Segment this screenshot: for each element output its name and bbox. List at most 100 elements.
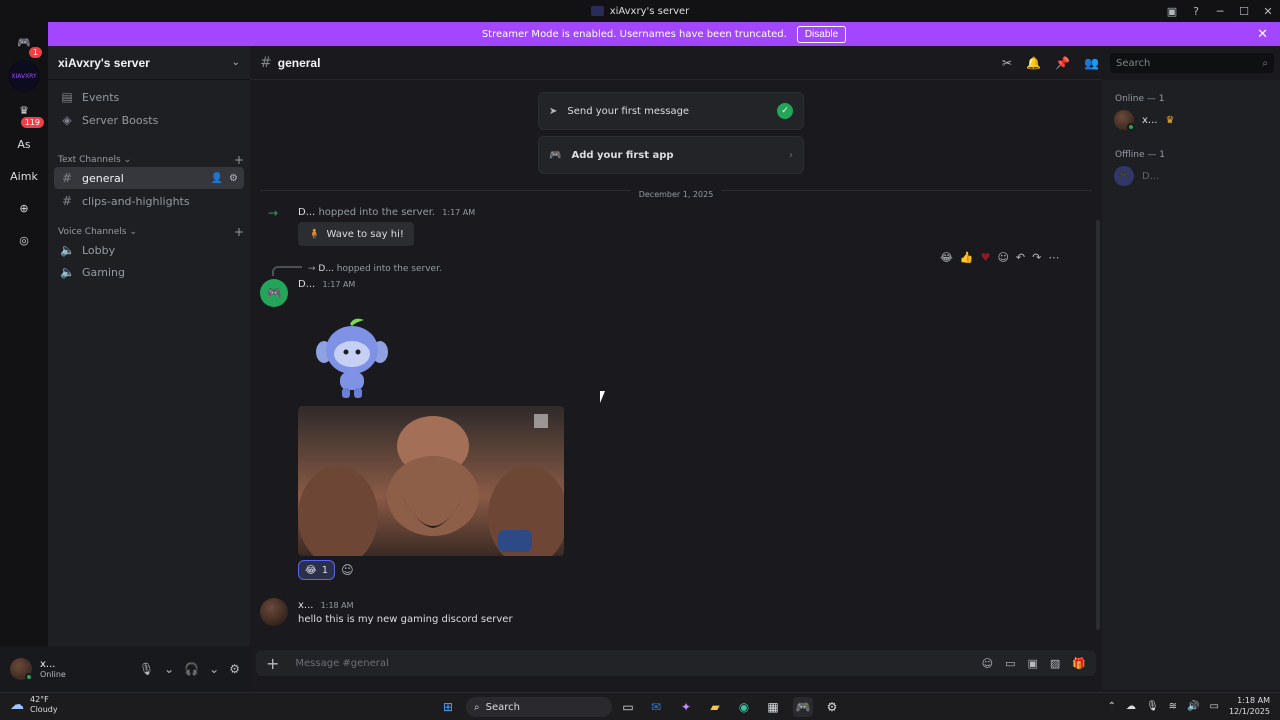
clock[interactable]: 1:18 AM 12/1/2025 — [1229, 695, 1270, 717]
voice-channel-lobby[interactable]: 🔈 Lobby — [54, 239, 244, 261]
attach-plus-icon[interactable]: + — [266, 654, 279, 673]
video-embed[interactable] — [298, 406, 564, 556]
message-composer[interactable]: + Message #general ☺ ▭ ▣ ▨ 🎁 — [256, 650, 1096, 676]
settings-gear-icon[interactable]: ⚙ — [229, 662, 240, 676]
thumbs-up-icon[interactable]: 👍 — [960, 251, 974, 264]
category-label: Text Channels — [58, 155, 121, 165]
reaction-laugh[interactable]: 😂 1 — [298, 560, 336, 580]
onboarding-card-add-app[interactable]: 🎮 Add your first app › — [538, 136, 804, 174]
maximize-button[interactable]: ☐ — [1232, 0, 1256, 22]
add-channel-icon[interactable]: + — [234, 153, 244, 167]
banner-text: Streamer Mode is enabled. Usernames have… — [481, 28, 787, 40]
onedrive-icon[interactable]: ☁ — [1126, 701, 1136, 712]
volume-icon[interactable]: 🔊 — [1187, 701, 1199, 712]
minimize-button[interactable]: ─ — [1208, 0, 1232, 22]
member-list: Online — 1 x... ♛ Offline — 1 🎮 D... — [1102, 80, 1280, 690]
steam-icon[interactable]: ⚙ — [822, 697, 842, 717]
discord-taskbar-icon[interactable]: 🎮 — [793, 697, 813, 717]
message-author[interactable]: D... — [298, 279, 315, 290]
file-explorer-icon[interactable]: ▰ — [705, 697, 725, 717]
gear-icon[interactable]: ⚙ — [229, 173, 238, 184]
edge-icon[interactable]: ◉ — [734, 697, 754, 717]
sidebar-item-boosts[interactable]: ◈ Server Boosts — [54, 109, 244, 131]
pin-icon[interactable]: 📌 — [1055, 56, 1070, 70]
outlook-icon[interactable]: ✉ — [646, 697, 666, 717]
channel-general[interactable]: # general 👤 ⚙ — [54, 167, 244, 189]
channel-clips-and-highlights[interactable]: # clips-and-highlights — [54, 190, 244, 212]
discord-avatar-icon[interactable]: 🎮 — [260, 279, 288, 307]
avatar — [1114, 110, 1135, 131]
discover-button[interactable]: ◎ — [8, 224, 40, 256]
search-input[interactable]: Search ⌕ — [1110, 53, 1274, 73]
disable-streamer-button[interactable]: Disable — [796, 25, 847, 43]
more-icon[interactable]: ⋯ — [1048, 251, 1059, 264]
store-icon[interactable]: ▦ — [763, 697, 783, 717]
windows-start-icon[interactable]: ⊞ — [438, 697, 458, 717]
taskbar-search-label: Search — [485, 701, 520, 713]
threads-icon[interactable]: ✂ — [1002, 56, 1012, 70]
member-online[interactable]: x... ♛ — [1114, 110, 1174, 131]
status-dot — [25, 673, 33, 681]
member-list-icon[interactable]: 👥 — [1084, 56, 1099, 70]
voice-channels-category[interactable]: Voice Channels ⌄ + — [58, 225, 244, 239]
weather-widget[interactable]: ☁ 42°F Cloudy — [10, 695, 58, 715]
wave-button[interactable]: 🧍 Wave to say hi! — [298, 222, 414, 246]
app-logo-icon — [590, 6, 604, 16]
voice-channel-gaming[interactable]: 🔈 Gaming — [54, 261, 244, 283]
add-server-button[interactable]: ⊕ — [8, 192, 40, 224]
server-xiavxry[interactable]: XIAVXRY — [8, 60, 40, 92]
wifi-icon[interactable]: ≋ — [1169, 701, 1177, 712]
member-offline[interactable]: 🎮 D... — [1114, 166, 1159, 186]
search-placeholder: Search — [1116, 57, 1151, 69]
text-channels-category[interactable]: Text Channels ⌄ + — [58, 153, 244, 167]
add-reaction-icon[interactable]: ☺ — [997, 251, 1008, 264]
home-button[interactable]: 🎮 1 — [8, 26, 44, 60]
reply-user: D... — [318, 264, 334, 274]
headphones-icon[interactable]: 🎧 — [184, 662, 199, 676]
sidebar-item-label: Server Boosts — [82, 113, 159, 127]
forward-icon[interactable]: ↷ — [1032, 251, 1041, 264]
server-aimk[interactable]: Aimk — [8, 160, 40, 192]
avatar[interactable] — [260, 598, 288, 626]
add-reaction-icon[interactable]: ☺ — [341, 563, 354, 577]
copilot-icon[interactable]: ✦ — [676, 697, 696, 717]
wumpus-sticker[interactable] — [310, 314, 394, 402]
chevron-up-icon[interactable]: ⌃ — [1108, 701, 1116, 712]
hash-icon: # — [260, 54, 272, 71]
close-icon[interactable]: ✕ — [1257, 27, 1268, 42]
emoji-icon[interactable]: ☺ — [982, 657, 993, 670]
chevron-down-icon[interactable]: ⌄ — [164, 662, 174, 676]
sidebar-item-events[interactable]: ▤ Events — [54, 86, 244, 108]
add-channel-icon[interactable]: + — [234, 225, 244, 239]
sticker-icon[interactable]: ▣ — [1027, 657, 1037, 670]
microphone-icon[interactable]: 🎙 — [1146, 701, 1159, 712]
onboarding-card-send-message[interactable]: ➤ Send your first message ✓ — [538, 92, 804, 130]
server-as[interactable]: As — [8, 128, 40, 160]
offline-section-title: Offline — 1 — [1115, 150, 1165, 160]
server-header[interactable]: xiAvxry's server ⌄ — [48, 46, 250, 80]
composer-placeholder: Message #general — [295, 657, 389, 669]
task-view-icon[interactable]: ▭ — [618, 697, 638, 717]
close-window-button[interactable]: ✕ — [1256, 0, 1280, 22]
help-icon[interactable]: ? — [1184, 0, 1208, 22]
microphone-icon[interactable]: 🎙 — [139, 662, 154, 676]
chevron-down-icon[interactable]: ⌄ — [209, 662, 219, 676]
system-user[interactable]: D... — [298, 207, 315, 218]
laugh-emoji-icon[interactable]: 😂 — [940, 251, 953, 264]
scrollbar[interactable] — [1096, 220, 1100, 630]
message-author[interactable]: x... — [298, 600, 313, 611]
inbox-icon[interactable]: ▣ — [1160, 0, 1184, 22]
battery-icon[interactable]: ▭ — [1210, 701, 1219, 712]
add-member-icon[interactable]: 👤 — [211, 173, 223, 184]
gif-icon[interactable]: ▭ — [1005, 657, 1015, 670]
taskbar-search[interactable]: ⌕ Search — [466, 697, 612, 717]
gift-icon[interactable]: 🎁 — [1072, 657, 1086, 670]
image-icon[interactable]: ▨ — [1050, 657, 1060, 670]
message-actions-bar: 😂 👍 ♥ ☺ ↶ ↷ ⋯ — [940, 246, 1059, 268]
server-crown[interactable]: ♛ 119 — [8, 94, 46, 130]
reply-preview[interactable]: → D... hopped into the server. — [308, 264, 442, 274]
bell-icon[interactable]: 🔔 — [1026, 56, 1041, 70]
heart-icon[interactable]: ♥ — [981, 251, 991, 264]
reply-icon[interactable]: ↶ — [1016, 251, 1025, 264]
avatar[interactable] — [10, 658, 33, 681]
